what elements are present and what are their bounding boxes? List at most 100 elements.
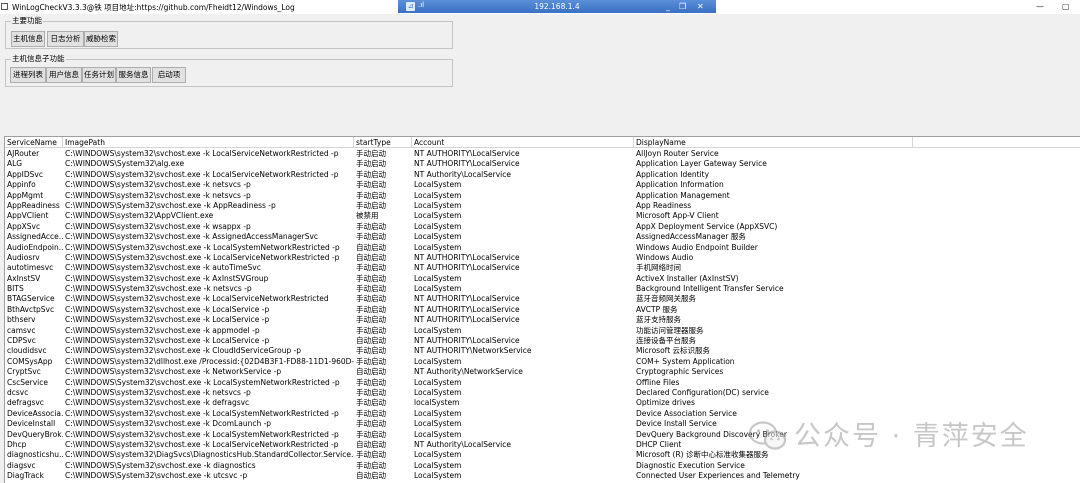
cell-account: LocalSystem xyxy=(414,387,462,397)
table-row[interactable]: AppMgmt C:\WINDOWS\system32\svchost.exe -… xyxy=(5,191,1080,201)
cell-service-name: Dhcp xyxy=(7,439,27,449)
cell-service-name: AssignedAcce... xyxy=(7,232,63,242)
table-row[interactable]: COMSysApp C:\WINDOWS\system32\dllhost.exe… xyxy=(5,357,1080,367)
table-row[interactable]: CDPSvc C:\WINDOWS\system32\svchost.exe -k… xyxy=(5,336,1080,346)
cell-service-name: dcsvc xyxy=(7,387,29,397)
remote-minimize-button[interactable]: _ xyxy=(666,0,670,13)
remote-restore-button[interactable]: ❐ xyxy=(679,0,686,13)
column-header-display-name[interactable]: DisplayName xyxy=(634,137,913,148)
log-analysis-button[interactable]: 日志分析 xyxy=(47,31,84,47)
cell-display-name: 蓝牙支持服务 xyxy=(636,315,681,325)
cell-image-path: C:\WINDOWS\system32\DiagSvcs\Diagnostics… xyxy=(65,450,354,460)
cell-image-path: C:\WINDOWS\System32\svchost.exe -k utcsv… xyxy=(65,471,248,481)
table-row[interactable]: AppVClient C:\WINDOWS\system32\AppVClient… xyxy=(5,211,1080,221)
table-row[interactable]: ALG C:\WINDOWS\System32\alg.exe 手动启动 NT AUT… xyxy=(5,159,1080,169)
table-row[interactable]: bthserv C:\WINDOWS\system32\svchost.exe -… xyxy=(5,315,1080,325)
cell-image-path: C:\WINDOWS\system32\svchost.exe -k Local… xyxy=(65,429,339,439)
cell-start-type: 被禁用 xyxy=(356,211,379,221)
table-row[interactable]: BITS C:\WINDOWS\System32\svchost.exe -k n… xyxy=(5,284,1080,294)
column-header-account[interactable]: Account xyxy=(412,137,634,148)
cell-account: LocalSystem xyxy=(414,450,462,460)
cell-service-name: Audiosrv xyxy=(7,252,40,262)
host-sub-functions-legend: 主机信息子功能 xyxy=(11,54,66,64)
cell-image-path: C:\WINDOWS\system32\svchost.exe -k Cloud… xyxy=(65,346,302,356)
cell-image-path: C:\WINDOWS\system32\svchost.exe -k defra… xyxy=(65,398,250,408)
column-header-start-type[interactable]: startType xyxy=(354,137,412,148)
table-row[interactable]: DeviceAssocia... C:\WINDOWS\system32\svch… xyxy=(5,409,1080,419)
process-list-button[interactable]: 进程列表 xyxy=(10,67,46,83)
cell-service-name: diagsvc xyxy=(7,460,36,470)
cell-start-type: 手动启动 xyxy=(356,149,386,158)
table-row[interactable]: defragsvc C:\WINDOWS\system32\svchost.exe… xyxy=(5,398,1080,408)
cell-service-name: BTAGService xyxy=(7,294,55,304)
table-row[interactable]: AJRouter C:\WINDOWS\system32\svchost.exe … xyxy=(5,149,1080,159)
table-row[interactable]: Audiosrv C:\WINDOWS\System32\svchost.exe … xyxy=(5,253,1080,263)
table-row[interactable]: BTAGService C:\WINDOWS\system32\svchost.e… xyxy=(5,294,1080,304)
cell-image-path: C:\WINDOWS\System32\svchost.exe -k diagn… xyxy=(65,460,256,470)
cell-display-name: AppX Deployment Service (AppXSVC) xyxy=(636,221,778,231)
cell-account: NT AUTHORITY\LocalService xyxy=(414,252,520,262)
cell-start-type: 手动启动 xyxy=(356,387,386,397)
cell-service-name: COMSysApp xyxy=(7,356,53,366)
cell-start-type: 手动启动 xyxy=(356,304,386,314)
user-info-button[interactable]: 用户信息 xyxy=(46,67,82,83)
cell-display-name: DHCP Client xyxy=(636,439,682,449)
host-sub-functions-group: 主机信息子功能 进程列表 用户信息 任务计划 服务信息 启动项 xyxy=(5,54,453,87)
threat-search-button[interactable]: 威胁检索 xyxy=(84,31,118,47)
host-info-button[interactable]: 主机信息 xyxy=(11,31,45,47)
cell-display-name: Application Identity xyxy=(636,169,710,179)
cell-account: LocalSystem xyxy=(414,242,462,252)
table-row[interactable]: diagnosticshu... C:\WINDOWS\system32\Diag… xyxy=(5,450,1080,460)
table-row[interactable]: diagsvc C:\WINDOWS\System32\svchost.exe -… xyxy=(5,461,1080,471)
table-row[interactable]: DeviceInstall C:\WINDOWS\system32\svchost… xyxy=(5,419,1080,429)
table-row[interactable]: DevQueryBrok... C:\WINDOWS\system32\svcho… xyxy=(5,430,1080,440)
table-row[interactable]: cloudidsvc C:\WINDOWS\system32\svchost.ex… xyxy=(5,346,1080,356)
cell-service-name: DiagTrack xyxy=(7,471,44,481)
cell-display-name: Application Layer Gateway Service xyxy=(636,159,767,169)
remote-close-button[interactable]: ✕ xyxy=(697,0,704,13)
services-table[interactable]: ServiceName ImagePath startType Account … xyxy=(4,136,1080,483)
cell-start-type: 自动启动 xyxy=(356,336,386,346)
table-row[interactable]: AssignedAcce... C:\WINDOWS\system32\svcho… xyxy=(5,232,1080,242)
table-row[interactable]: DiagTrack C:\WINDOWS\System32\svchost.exe… xyxy=(5,471,1080,481)
cell-image-path: C:\WINDOWS\System32\svchost.exe -k Local… xyxy=(65,242,340,252)
window-minimize-button[interactable]: — xyxy=(1036,0,1044,14)
table-row[interactable]: Dhcp C:\WINDOWS\system32\svchost.exe -k L… xyxy=(5,440,1080,450)
title-bar: WinLogCheckV3.3.3@铁 项目地址:https://github.… xyxy=(0,0,1080,14)
cell-service-name: AppXSvc xyxy=(7,221,41,231)
cell-start-type: 手动启动 xyxy=(356,419,386,429)
cell-image-path: C:\WINDOWS\System32\svchost.exe -k Local… xyxy=(65,377,340,387)
table-row[interactable]: autotimesvc C:\WINDOWS\system32\svchost.e… xyxy=(5,263,1080,273)
column-header-image-path[interactable]: ImagePath xyxy=(63,137,354,148)
table-row[interactable]: AppReadiness C:\WINDOWS\System32\svchost.… xyxy=(5,201,1080,211)
cell-display-name: App Readiness xyxy=(636,200,692,210)
cell-service-name: Appinfo xyxy=(7,180,36,190)
cell-image-path: C:\WINDOWS\system32\svchost.exe -k Local… xyxy=(65,408,339,418)
table-row[interactable]: AppXSvc C:\WINDOWS\system32\svchost.exe -… xyxy=(5,222,1080,232)
scheduled-tasks-button[interactable]: 任务计划 xyxy=(82,67,116,83)
cell-account: NT Authority\LocalService xyxy=(414,439,511,449)
column-header-service-name[interactable]: ServiceName xyxy=(5,137,63,148)
table-row[interactable]: Appinfo C:\WINDOWS\system32\svchost.exe -… xyxy=(5,180,1080,190)
service-info-button[interactable]: 服务信息 xyxy=(116,67,151,83)
cell-start-type: 手动启动 xyxy=(356,284,386,294)
table-row[interactable]: AxInstSV C:\WINDOWS\system32\svchost.exe … xyxy=(5,274,1080,284)
cell-account: LocalSystem xyxy=(414,211,462,221)
table-row[interactable]: BthAvctpSvc C:\WINDOWS\system32\svchost.e… xyxy=(5,305,1080,315)
cell-display-name: Application Management xyxy=(636,190,730,200)
table-row[interactable]: camsvc C:\WINDOWS\system32\svchost.exe -k… xyxy=(5,326,1080,336)
table-row[interactable]: AudioEndpoin... C:\WINDOWS\System32\svcho… xyxy=(5,243,1080,253)
startup-items-button[interactable]: 启动项 xyxy=(152,67,186,83)
cell-account: NT AUTHORITY\LocalService xyxy=(414,304,520,314)
table-row[interactable]: CryptSvc C:\WINDOWS\system32\svchost.exe … xyxy=(5,367,1080,377)
window-maximize-button[interactable]: ▢ xyxy=(1062,0,1070,14)
cell-image-path: C:\WINDOWS\system32\svchost.exe -k autoT… xyxy=(65,263,261,273)
cell-image-path: C:\WINDOWS\system32\svchost.exe -k netsv… xyxy=(65,180,251,190)
table-row[interactable]: dcsvc C:\WINDOWS\system32\svchost.exe -k … xyxy=(5,388,1080,398)
cell-image-path: C:\WINDOWS\system32\svchost.exe -k DcomL… xyxy=(65,419,272,429)
cell-image-path: C:\WINDOWS\System32\alg.exe xyxy=(65,159,185,169)
cell-account: NT AUTHORITY\LocalService xyxy=(414,149,520,158)
table-row[interactable]: CscService C:\WINDOWS\System32\svchost.ex… xyxy=(5,378,1080,388)
remote-connection-bar[interactable]: ⊿ .ıl 192.168.1.4 _ ❐ ✕ xyxy=(398,0,716,13)
table-row[interactable]: AppIDSvc C:\WINDOWS\system32\svchost.exe … xyxy=(5,170,1080,180)
